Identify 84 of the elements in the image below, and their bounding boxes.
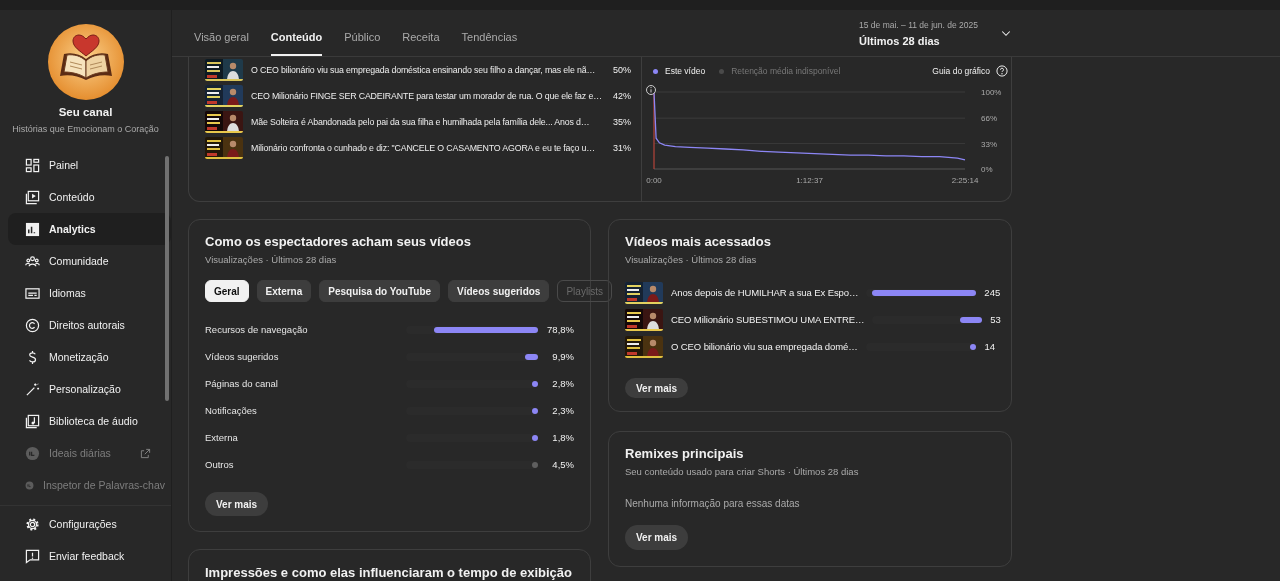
- scrollbar[interactable]: [165, 156, 169, 401]
- see-more-button[interactable]: Ver mais: [625, 378, 689, 398]
- nav-item[interactable]: Biblioteca de áudio: [8, 405, 171, 437]
- see-more-button[interactable]: Ver mais: [625, 525, 689, 550]
- legend-dot: [719, 68, 725, 74]
- card-title: Vídeos mais acessados: [625, 234, 772, 249]
- music-library-icon: [25, 413, 40, 429]
- feedback-icon: [25, 548, 40, 564]
- video-title[interactable]: O CEO bilionário viu sua empregada doméstica ensinando seu filho a dançar, mas ele nã…: [251, 65, 599, 75]
- source-value: 1,8%: [551, 432, 574, 443]
- nav-item[interactable]: Configurações: [8, 508, 171, 540]
- source-value: 78,8%: [546, 324, 574, 335]
- filter-chip[interactable]: Geral: [205, 280, 249, 302]
- video-title[interactable]: Mãe Solteira é Abandonada pelo pai da sua filha e humilhada pela família dele... Anos d…: [251, 117, 599, 127]
- nav-item[interactable]: Direitos autorais: [8, 309, 171, 341]
- nav-item[interactable]: Painel: [8, 149, 171, 181]
- retention-value: 35%: [612, 117, 631, 127]
- video-title[interactable]: O CEO bilionário viu sua empregada domé…: [671, 341, 858, 352]
- dashboard-icon: [25, 157, 40, 173]
- source-value: 4,5%: [551, 459, 574, 470]
- axis-label: 2:25:14: [951, 176, 979, 185]
- legend-label: Retenção média indisponível: [731, 66, 841, 76]
- chart-guide-link[interactable]: Guia do gráfico: [932, 65, 1008, 77]
- filter-chip[interactable]: Externa: [256, 280, 312, 302]
- source-value: 2,8%: [551, 378, 574, 389]
- axis-label: 66%: [981, 114, 997, 124]
- source-label: Vídeos sugeridos: [205, 351, 280, 362]
- view-count: 53: [990, 314, 1001, 325]
- filter-chip[interactable]: Pesquisa do YouTube: [319, 280, 441, 302]
- channel-name: Seu canal: [57, 106, 114, 118]
- axis-label: 100%: [981, 88, 1002, 97]
- nav-item[interactable]: Comunidade: [8, 245, 171, 277]
- card-subtitle: Visualizações · Últimos 28 dias: [205, 254, 338, 265]
- axis-label: 1:12:37: [796, 176, 823, 185]
- magic-wand-icon: [25, 381, 40, 397]
- channel-description: Histórias que Emocionam o Coração: [11, 124, 160, 134]
- analytics-icon: [25, 221, 40, 237]
- source-value: 2,3%: [551, 405, 574, 416]
- source-label: Outros: [205, 459, 235, 470]
- source-label: Externa: [205, 432, 239, 443]
- video-title[interactable]: CEO Milionário SUBESTIMOU UMA ENTRE…: [671, 314, 865, 325]
- source-label: Notificações: [205, 405, 258, 416]
- axis-label: 0%: [981, 165, 993, 174]
- subtitles-icon: [25, 285, 40, 301]
- help-icon: [996, 65, 1008, 77]
- nav-item[interactable]: Conteúdo: [8, 181, 171, 213]
- retention-value: 50%: [612, 65, 631, 75]
- tab[interactable]: Tendências: [461, 10, 518, 56]
- card-title: Remixes principais: [625, 446, 745, 461]
- community-icon: [25, 253, 40, 269]
- retention-value: 42%: [612, 91, 631, 101]
- card-subtitle: Seu conteúdo usado para criar Shorts · Últimos 28 dias: [625, 466, 860, 477]
- source-label: Páginas do canal: [205, 378, 279, 389]
- legend-label: Este vídeo: [665, 66, 706, 76]
- filter-chip[interactable]: Vídeos sugeridos: [448, 280, 550, 302]
- date-range-selector[interactable]: 15 de mai. – 11 de jun. de 2025 Últimos 28 dias: [859, 10, 1012, 56]
- settings-icon: [25, 516, 40, 532]
- source-value: 9,9%: [551, 351, 574, 362]
- nav-item[interactable]: Idiomas: [8, 277, 171, 309]
- video-title[interactable]: Milionário confronta o cunhado e diz: "CANCELE O CASAMENTO AGORA e eu te faço u…: [251, 143, 599, 153]
- empty-message: Nenhuma informação para essas datas: [625, 498, 801, 509]
- axis-label: 0:00: [646, 176, 662, 185]
- see-more-button[interactable]: Ver mais: [205, 492, 269, 516]
- source-label: Recursos de navegação: [205, 324, 309, 335]
- card-title: Como os espectadores acham seus vídeos: [205, 234, 472, 249]
- info-icon: [646, 85, 656, 95]
- card-subtitle: Visualizações · Últimos 28 dias: [625, 254, 758, 265]
- tab[interactable]: Receita: [402, 10, 440, 56]
- extension-icon: [25, 445, 40, 461]
- copyright-icon: [25, 317, 40, 333]
- card-title: Impressões e como elas influenciaram o tempo de exibição: [205, 565, 574, 580]
- retention-value: 31%: [612, 143, 631, 153]
- video-title[interactable]: Anos depois de HUMILHAR a sua Ex Espo…: [671, 287, 859, 298]
- video-icon: [25, 189, 40, 205]
- tab[interactable]: Público: [344, 10, 381, 56]
- view-count: 245: [984, 287, 1001, 298]
- tab[interactable]: Conteúdo: [270, 10, 323, 56]
- nav-item[interactable]: Monetização: [8, 341, 171, 373]
- nav-item[interactable]: Enviar feedback: [8, 540, 171, 572]
- view-count: 14: [983, 341, 995, 352]
- video-title[interactable]: CEO Milionário FINGE SER CADEIRANTE para testar um morador de rua. O que ele faz e…: [251, 91, 602, 101]
- tab[interactable]: Visão geral: [194, 10, 249, 56]
- nav-item[interactable]: Analytics: [8, 213, 171, 245]
- axis-label: 33%: [981, 139, 997, 149]
